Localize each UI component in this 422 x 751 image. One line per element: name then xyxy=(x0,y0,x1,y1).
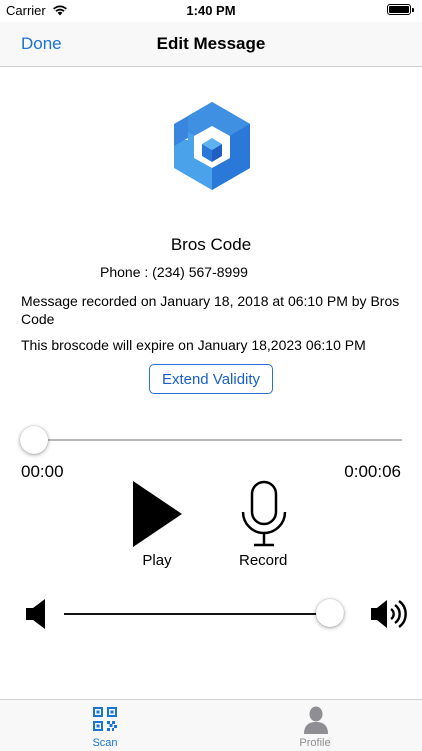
phone-number: Phone : (234) 567-8999 xyxy=(100,264,248,280)
record-button[interactable] xyxy=(240,480,288,548)
status-bar: Carrier 1:40 PM xyxy=(0,0,422,22)
record-label: Record xyxy=(239,552,288,569)
brand-name: Bros Code xyxy=(170,235,252,254)
volume-high-icon xyxy=(369,597,407,636)
play-icon xyxy=(133,481,182,547)
tab-profile-label: Profile xyxy=(299,737,331,749)
extend-validity-button[interactable]: Extend Validity xyxy=(149,364,273,394)
playback-slider-thumb[interactable] xyxy=(20,426,48,454)
play-button[interactable] xyxy=(129,479,185,549)
volume-slider-thumb[interactable] xyxy=(316,599,344,627)
tab-scan-label: Scan xyxy=(92,737,118,749)
status-time: 1:40 PM xyxy=(186,3,236,18)
volume-slider-track[interactable] xyxy=(64,613,344,615)
page-title: Edit Message xyxy=(156,34,266,53)
play-label: Play xyxy=(142,552,172,569)
microphone-icon xyxy=(241,480,287,547)
tab-bar: Scan Profile xyxy=(0,699,422,751)
total-duration: 0:00:06 xyxy=(344,462,401,481)
expiry-info: This broscode will expire on January 18,… xyxy=(21,337,366,353)
recorded-info: Message recorded on January 18, 2018 at … xyxy=(21,293,400,327)
elapsed-time: 00:00 xyxy=(21,462,64,481)
volume-low-icon xyxy=(24,597,48,636)
tab-scan[interactable]: Scan xyxy=(60,700,150,751)
hexagon-b-logo-icon xyxy=(170,100,254,192)
person-icon xyxy=(303,706,329,739)
battery-icon xyxy=(387,4,414,15)
playback-slider-track[interactable] xyxy=(34,439,402,441)
qr-code-icon xyxy=(93,707,117,736)
tab-profile[interactable]: Profile xyxy=(270,700,360,751)
navigation-bar: Done Edit Message xyxy=(0,22,422,67)
